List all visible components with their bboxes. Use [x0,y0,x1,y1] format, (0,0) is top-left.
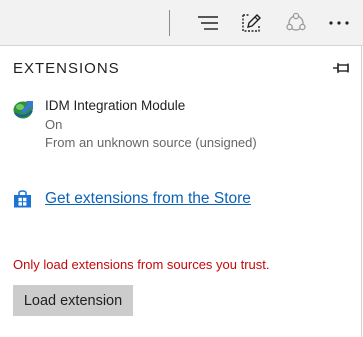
extensions-panel: EXTENSIONS IDM Integration Module On Fro… [0,46,362,337]
panel-title: EXTENSIONS [13,60,120,77]
get-extensions-store-link[interactable]: Get extensions from the Store [45,190,251,208]
extension-source: From an unknown source (unsigned) [45,135,257,150]
browser-toolbar [0,0,363,46]
pin-icon [333,63,349,73]
store-link-row: Get extensions from the Store [13,187,313,211]
extension-item-idm[interactable]: IDM Integration Module On From an unknow… [10,95,350,157]
more-button[interactable] [322,7,356,39]
trust-warning: Only load extensions from sources you tr… [13,257,270,272]
share-button[interactable] [279,7,313,39]
load-extension-button[interactable]: Load extension [13,285,133,316]
web-note-button[interactable] [234,7,268,39]
web-note-pen-icon [242,14,261,32]
extension-name: IDM Integration Module [45,98,186,113]
extension-status: On [45,117,63,132]
hub-lines-icon [198,16,218,30]
toolbar-divider [169,10,170,36]
pin-button[interactable] [330,58,352,78]
share-icon [286,12,306,31]
store-bag-icon [14,190,31,208]
idm-globe-icon [13,101,33,119]
more-dots-icon [329,21,349,25]
hub-button[interactable] [191,7,225,39]
